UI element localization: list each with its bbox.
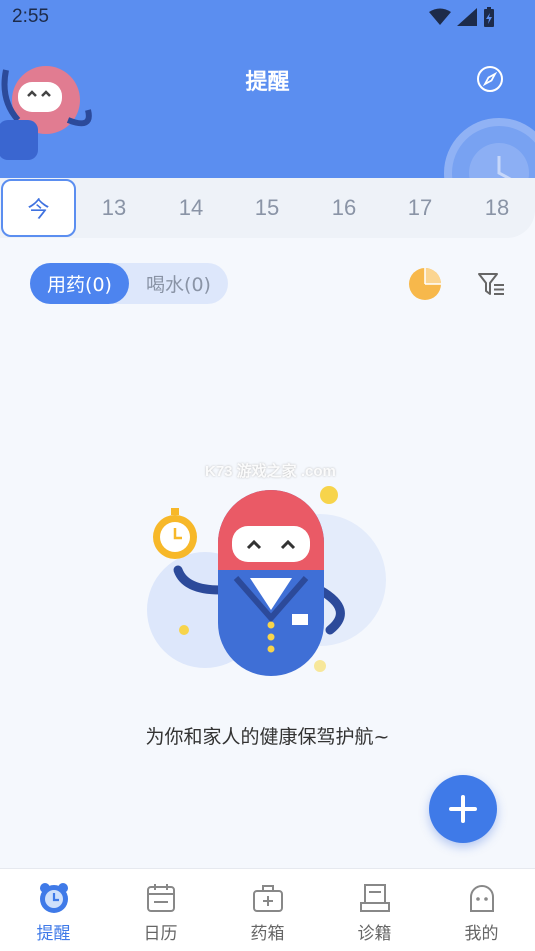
signal-icon — [457, 8, 477, 26]
date-item[interactable]: 14 — [153, 178, 229, 238]
status-icons — [429, 7, 495, 27]
pie-chart-icon[interactable] — [408, 267, 442, 301]
nav-label: 诊籍 — [357, 924, 392, 944]
filter-list-icon[interactable] — [476, 269, 506, 299]
nav-item-records[interactable]: 诊籍 — [321, 869, 428, 951]
nav-item-profile[interactable]: 我的 — [428, 869, 535, 951]
profile-icon — [469, 885, 494, 912]
tab-water[interactable]: 喝水(0) — [129, 263, 228, 304]
date-item[interactable]: 13 — [76, 178, 152, 238]
nav-label: 药箱 — [250, 924, 285, 944]
plus-icon — [449, 795, 477, 823]
record-book-icon — [359, 884, 390, 912]
battery-icon — [484, 7, 494, 27]
header-clock-decoration — [444, 118, 535, 178]
nav-label: 日历 — [143, 924, 178, 944]
page-title: 提醒 — [245, 70, 290, 95]
date-item[interactable]: 17 — [382, 178, 458, 238]
date-item-today[interactable]: 今 — [1, 179, 76, 237]
medicine-box-icon — [252, 885, 283, 912]
alarm-clock-icon — [39, 883, 68, 913]
tab-medication[interactable]: 用药(0) — [30, 263, 129, 304]
status-time: 2:55 — [12, 6, 49, 27]
watermark: K73 游戏之家 .com — [205, 463, 336, 480]
nav-label: 我的 — [464, 924, 499, 944]
date-strip: 今 13 14 15 16 17 18 — [0, 178, 535, 238]
date-item[interactable]: 18 — [459, 178, 535, 238]
bottom-navigation: 提醒 日历 药箱 诊籍 我的 — [0, 868, 535, 951]
empty-state-illustration — [147, 486, 386, 676]
empty-state-message: 为你和家人的健康保驾护航~ — [145, 726, 390, 748]
nav-item-reminder[interactable]: 提醒 — [0, 869, 107, 951]
wifi-icon — [429, 8, 451, 25]
nav-item-calendar[interactable]: 日历 — [107, 869, 214, 951]
compass-icon[interactable] — [476, 65, 504, 93]
app-header: 2:55 提醒 — [0, 0, 535, 178]
date-item[interactable]: 15 — [229, 178, 305, 238]
nav-label: 提醒 — [36, 924, 71, 944]
reminder-type-toggle: 用药(0) 喝水(0) — [30, 263, 228, 304]
date-item[interactable]: 16 — [306, 178, 382, 238]
calendar-icon — [146, 884, 175, 912]
clock-icon — [469, 143, 529, 178]
add-reminder-button[interactable] — [429, 775, 497, 843]
status-bar: 2:55 — [0, 0, 535, 36]
nav-item-medicine-box[interactable]: 药箱 — [214, 869, 321, 951]
